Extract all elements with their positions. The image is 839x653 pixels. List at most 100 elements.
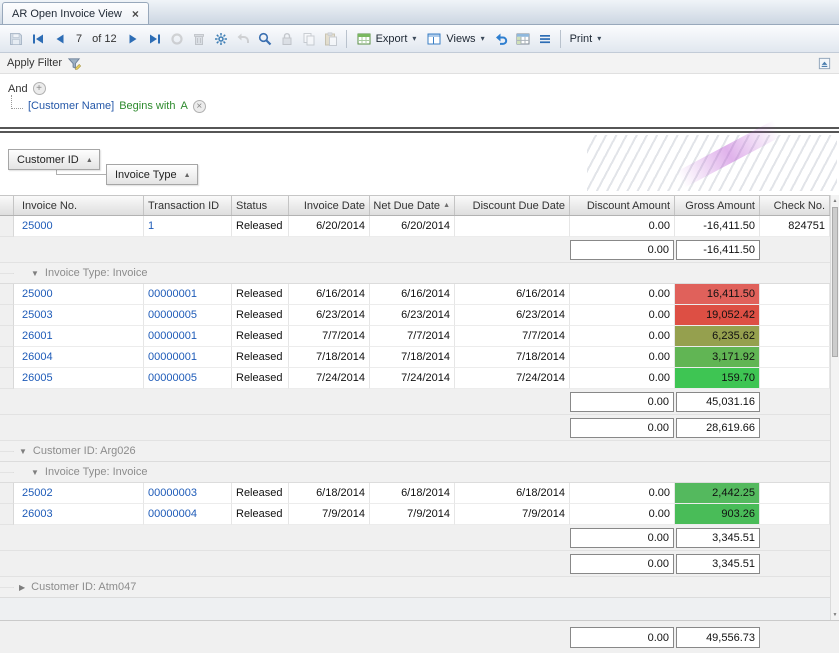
table-row[interactable]: 250001Released6/20/20146/20/20140.00-16,… bbox=[0, 216, 830, 237]
next-record-button[interactable] bbox=[122, 28, 144, 50]
save-button[interactable] bbox=[5, 28, 27, 50]
menu-button[interactable] bbox=[534, 28, 556, 50]
row-selector[interactable] bbox=[0, 368, 14, 389]
row-selector[interactable] bbox=[0, 347, 14, 368]
scroll-up-button[interactable]: ▲ bbox=[831, 195, 839, 206]
discount-amount-total: 0.00 bbox=[570, 392, 674, 412]
filter-field[interactable]: [Customer Name] bbox=[28, 100, 114, 112]
last-record-button[interactable] bbox=[144, 28, 166, 50]
discount-amount-cell: 0.00 bbox=[570, 326, 675, 347]
transaction-id-link[interactable]: 1 bbox=[148, 220, 154, 232]
group-row[interactable]: ▼Invoice Type: Invoice bbox=[0, 263, 830, 284]
table-row[interactable]: 2600500000005Released7/24/20147/24/20147… bbox=[0, 368, 830, 389]
tab-ar-open-invoice-view[interactable]: AR Open Invoice View × bbox=[2, 2, 149, 24]
views-button[interactable]: Views▾ bbox=[421, 28, 489, 50]
gross-amount-cell: 903.26 bbox=[675, 504, 760, 525]
first-record-button[interactable] bbox=[27, 28, 49, 50]
tab-close-icon[interactable]: × bbox=[132, 8, 139, 20]
column-header-net-due-date[interactable]: Net Due Date▲ bbox=[370, 196, 455, 215]
invoice-no-link[interactable]: 26005 bbox=[22, 372, 53, 384]
invoice-no-cell: 26001 bbox=[14, 326, 144, 347]
status-cell: Released bbox=[232, 326, 289, 347]
column-header-discount-due-date[interactable]: Discount Due Date bbox=[455, 196, 570, 215]
transaction-id-link[interactable]: 00000001 bbox=[148, 288, 197, 300]
invoice-no-link[interactable]: 25002 bbox=[22, 487, 53, 499]
collapse-filter-panel-button[interactable] bbox=[817, 56, 832, 71]
invoice-no-link[interactable]: 25000 bbox=[22, 288, 53, 300]
settings-button[interactable] bbox=[210, 28, 232, 50]
discount-amount-total: 0.00 bbox=[570, 528, 674, 548]
row-selector[interactable] bbox=[0, 305, 14, 326]
group-label: Customer ID: Atm047 bbox=[31, 581, 136, 593]
add-condition-icon[interactable]: + bbox=[33, 82, 46, 95]
undo-button[interactable] bbox=[490, 28, 512, 50]
invoice-no-link[interactable]: 26004 bbox=[22, 351, 53, 363]
invoice-no-link[interactable]: 25003 bbox=[22, 309, 53, 321]
table-row[interactable]: 2600100000001Released7/7/20147/7/20147/7… bbox=[0, 326, 830, 347]
group-expanded-icon[interactable]: ▼ bbox=[31, 269, 39, 278]
column-header-discount-amount[interactable]: Discount Amount bbox=[570, 196, 675, 215]
filter-group-operator[interactable]: And bbox=[8, 83, 28, 95]
export-button[interactable]: Export▾ bbox=[351, 28, 422, 50]
revert-button[interactable] bbox=[232, 28, 254, 50]
column-header-status[interactable]: Status bbox=[232, 196, 289, 215]
table-row[interactable]: 2600400000001Released7/18/20147/18/20147… bbox=[0, 347, 830, 368]
column-header-invoice-no[interactable]: Invoice No. bbox=[14, 196, 144, 215]
datagrid-button[interactable] bbox=[512, 28, 534, 50]
group-collapsed-icon[interactable]: ▶ bbox=[19, 583, 25, 592]
invoice-no-link[interactable]: 26003 bbox=[22, 508, 53, 520]
transaction-id-link[interactable]: 00000003 bbox=[148, 487, 197, 499]
copy-button[interactable] bbox=[298, 28, 320, 50]
filter-condition-node: [Customer Name] Begins with A × bbox=[11, 97, 839, 115]
column-header-invoice-date[interactable]: Invoice Date bbox=[289, 196, 370, 215]
vertical-scrollbar[interactable]: ▲ ▼ bbox=[830, 195, 839, 620]
row-selector[interactable] bbox=[0, 483, 14, 504]
transaction-id-link[interactable]: 00000001 bbox=[148, 351, 197, 363]
table-row[interactable]: 2500200000003Released6/18/20146/18/20146… bbox=[0, 483, 830, 504]
discount-amount-total: 0.00 bbox=[570, 240, 674, 260]
invoice-date-cell: 7/18/2014 bbox=[289, 347, 370, 368]
row-selector[interactable] bbox=[0, 284, 14, 305]
column-header-transaction-id[interactable]: Transaction ID bbox=[144, 196, 232, 215]
row-selector[interactable] bbox=[0, 216, 14, 237]
group-expanded-icon[interactable]: ▼ bbox=[31, 468, 39, 477]
group-chip-invoice-type[interactable]: Invoice Type ▲ bbox=[106, 164, 198, 185]
print-button[interactable]: Print▾ bbox=[565, 28, 607, 50]
group-row[interactable]: ▼Customer ID: Arg026 bbox=[0, 441, 830, 462]
scroll-down-button[interactable]: ▼ bbox=[831, 609, 839, 620]
column-header-gross-amount[interactable]: Gross Amount bbox=[675, 196, 760, 215]
search-button[interactable] bbox=[254, 28, 276, 50]
table-row[interactable]: 2500300000005Released6/23/20146/23/20146… bbox=[0, 305, 830, 326]
delete-button[interactable] bbox=[188, 28, 210, 50]
invoice-no-cell: 26005 bbox=[14, 368, 144, 389]
table-row[interactable]: 2500000000001Released6/16/20146/16/20146… bbox=[0, 284, 830, 305]
group-expanded-icon[interactable]: ▼ bbox=[19, 447, 27, 456]
transaction-id-link[interactable]: 00000005 bbox=[148, 309, 197, 321]
table-row[interactable]: 2600300000004Released7/9/20147/9/20147/9… bbox=[0, 504, 830, 525]
app-window: AR Open Invoice View × 7of 12Export▾View… bbox=[0, 0, 839, 653]
invoice-date-cell: 6/23/2014 bbox=[289, 305, 370, 326]
row-selector[interactable] bbox=[0, 504, 14, 525]
group-row[interactable]: ▼Invoice Type: Invoice bbox=[0, 462, 830, 483]
invoice-no-link[interactable]: 25000 bbox=[22, 220, 53, 232]
net-due-date-cell: 6/16/2014 bbox=[370, 284, 455, 305]
lock-button[interactable] bbox=[276, 28, 298, 50]
gross-amount-cell: 19,052.42 bbox=[675, 305, 760, 326]
column-header-check-no[interactable]: Check No. bbox=[760, 196, 830, 215]
group-chip-customer-id[interactable]: Customer ID ▲ bbox=[8, 149, 100, 170]
transaction-id-link[interactable]: 00000001 bbox=[148, 330, 197, 342]
invoice-no-link[interactable]: 26001 bbox=[22, 330, 53, 342]
invoice-no-cell: 25003 bbox=[14, 305, 144, 326]
filter-value[interactable]: A bbox=[180, 100, 187, 112]
filter-operator[interactable]: Begins with bbox=[119, 100, 175, 112]
row-selector[interactable] bbox=[0, 326, 14, 347]
transaction-id-link[interactable]: 00000004 bbox=[148, 508, 197, 520]
scrollbar-thumb[interactable] bbox=[832, 207, 838, 357]
previous-record-button[interactable] bbox=[49, 28, 71, 50]
paste-button[interactable] bbox=[320, 28, 342, 50]
transaction-id-link[interactable]: 00000005 bbox=[148, 372, 197, 384]
remove-condition-icon[interactable]: × bbox=[193, 100, 206, 113]
group-row[interactable]: ▶ Customer ID: Atm047 bbox=[0, 577, 830, 598]
status-cell: Released bbox=[232, 284, 289, 305]
refresh-button[interactable] bbox=[166, 28, 188, 50]
